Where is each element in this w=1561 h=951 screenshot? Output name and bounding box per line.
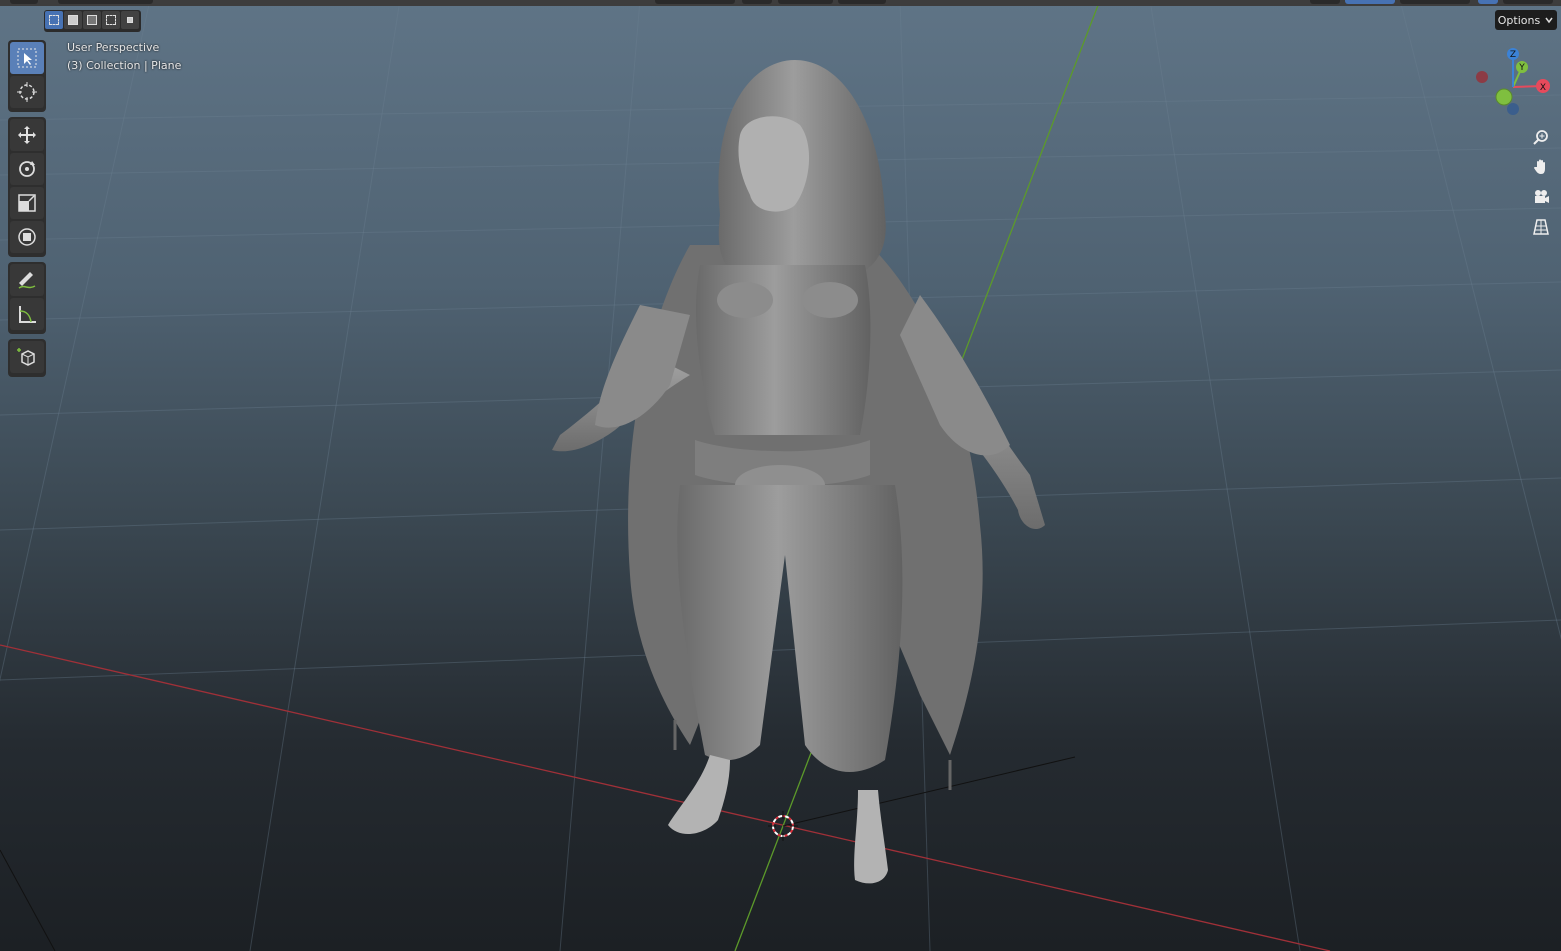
zoom-button[interactable] [1527, 123, 1555, 151]
select-subtract-icon[interactable] [83, 11, 101, 29]
measure-tool[interactable] [10, 298, 44, 330]
transform-icon [18, 228, 36, 246]
select-box-tool[interactable] [10, 42, 44, 74]
grid-ortho-icon [1533, 219, 1549, 235]
tool-shelf [8, 40, 46, 382]
measure-icon [19, 306, 36, 323]
add-cube-tool[interactable] [10, 341, 44, 373]
navigation-controls [1527, 123, 1555, 243]
hand-pan-icon [1534, 159, 1545, 174]
navigation-gizmo[interactable]: X Y Z [1470, 45, 1560, 120]
options-dropdown[interactable]: Options [1495, 10, 1557, 30]
tool-group-annotate [8, 262, 46, 334]
options-label: Options [1497, 13, 1541, 27]
select-extend-icon[interactable] [64, 11, 82, 29]
3d-cursor-icon [17, 82, 37, 102]
zoom-icon [1533, 130, 1548, 145]
rotate-tool[interactable] [10, 153, 44, 185]
select-invert-icon[interactable] [102, 11, 120, 29]
ortho-toggle-button[interactable] [1527, 213, 1555, 241]
sculpted-character-mesh[interactable] [540, 55, 1060, 890]
scale-icon [18, 194, 36, 212]
gizmo-z-label: Z [1510, 50, 1516, 60]
tool-group-select [8, 40, 46, 112]
pan-button[interactable] [1527, 153, 1555, 181]
cursor-icon [17, 48, 37, 68]
scale-tool[interactable] [10, 187, 44, 219]
rotate-icon [19, 161, 35, 177]
viewport-header-strip [0, 0, 1561, 6]
view-name-label: User Perspective [67, 41, 160, 54]
select-intersect-icon[interactable] [121, 11, 139, 29]
collection-info-label: (3) Collection | Plane [67, 59, 182, 72]
move-icon [18, 126, 36, 144]
camera-icon [1535, 190, 1549, 203]
select-box-icon[interactable] [45, 11, 63, 29]
selection-mode-group [44, 10, 141, 32]
3d-viewport[interactable]: Options User Perspective (3) Collection … [0, 0, 1561, 951]
camera-view-button[interactable] [1527, 183, 1555, 211]
gizmo-x-label: X [1540, 83, 1546, 93]
annotate-icon [18, 272, 36, 289]
annotate-tool[interactable] [10, 264, 44, 296]
cursor-tool[interactable] [10, 76, 44, 108]
3d-cursor-marker[interactable] [768, 811, 798, 841]
tool-group-transform [8, 117, 46, 257]
add-cube-icon [17, 348, 35, 366]
transform-tool[interactable] [10, 221, 44, 253]
move-tool[interactable] [10, 119, 44, 151]
tool-group-add [8, 339, 46, 377]
chevron-down-icon [1545, 17, 1553, 24]
gizmo-y-label: Y [1518, 63, 1525, 73]
